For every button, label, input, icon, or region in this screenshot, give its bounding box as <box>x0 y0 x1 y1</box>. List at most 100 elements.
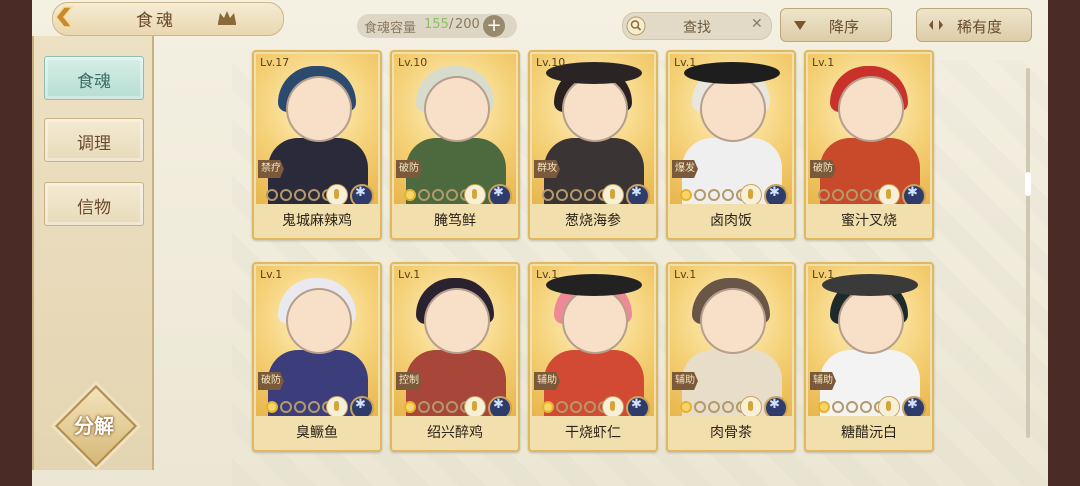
skill-icon <box>464 396 486 416</box>
star-icon <box>860 189 872 201</box>
food-soul-card[interactable]: Lv.1 破防臭鳜鱼 <box>252 262 382 452</box>
food-soul-card[interactable]: Lv.1 爆发卤肉饭 <box>666 50 796 240</box>
food-soul-card[interactable]: Lv.17 禁疗鬼城麻辣鸡 <box>252 50 382 240</box>
role-tag: 破防 <box>810 160 836 178</box>
star-icon <box>708 189 720 201</box>
skill-icon <box>740 396 762 416</box>
back-arrow-icon <box>55 6 74 28</box>
sidebar-item-label: 调理 <box>77 134 111 154</box>
star-icon <box>418 189 430 201</box>
food-soul-card[interactable]: Lv.1 破防蜜汁叉烧 <box>804 50 934 240</box>
star-icon <box>308 189 320 201</box>
capacity-max: 200 <box>455 17 480 32</box>
star-icon <box>266 401 278 413</box>
sort-rarity-label: 稀有度 <box>957 18 1003 36</box>
character-portrait: Lv.1 爆发 <box>670 54 792 204</box>
star-icon <box>556 189 568 201</box>
card-name: 鬼城麻辣鸡 <box>282 213 352 229</box>
header-bar: 食魂 食魂容量 155 / 200 + 查找 ✕ 降序 稀有度 <box>32 0 1048 42</box>
sort-descending-button[interactable]: 降序 <box>780 8 892 42</box>
role-tag: 辅助 <box>672 372 698 390</box>
food-soul-card[interactable]: Lv.1 辅助肉骨茶 <box>666 262 796 452</box>
character-portrait: Lv.10 破防 <box>394 54 516 204</box>
character-face <box>424 76 490 142</box>
card-name: 干烧虾仁 <box>565 425 621 441</box>
food-soul-card[interactable]: Lv.10 群攻葱烧海参 <box>528 50 658 240</box>
food-soul-card[interactable]: Lv.1 控制绍兴醉鸡 <box>390 262 520 452</box>
role-tag: 禁疗 <box>258 160 284 178</box>
food-soul-card[interactable]: Lv.1 辅助干烧虾仁 <box>528 262 658 452</box>
sidebar-item-food-souls[interactable]: 食魂 <box>44 56 144 100</box>
character-face <box>562 76 628 142</box>
star-icon <box>446 189 458 201</box>
element-icon <box>626 184 650 204</box>
decompose-label: 分解 <box>74 414 114 438</box>
sort-rarity-button[interactable]: 稀有度 <box>916 8 1032 42</box>
character-portrait: Lv.1 控制 <box>394 266 516 416</box>
skill-icon <box>602 184 624 204</box>
sort-toggle-icon <box>929 20 943 30</box>
character-face <box>424 288 490 354</box>
card-level: Lv.1 <box>674 56 697 69</box>
search-placeholder: 查找 <box>683 20 711 36</box>
card-name: 糖醋沅白 <box>841 425 897 441</box>
skill-icon <box>326 396 348 416</box>
character-portrait: Lv.1 辅助 <box>532 266 654 416</box>
element-icon <box>902 184 926 204</box>
page-title: 食魂 <box>136 11 176 31</box>
sidebar-item-cultivate[interactable]: 调理 <box>44 118 144 162</box>
star-icon <box>308 401 320 413</box>
card-level: Lv.1 <box>674 268 697 281</box>
card-name: 绍兴醉鸡 <box>427 425 483 441</box>
card-name: 臭鳜鱼 <box>296 425 338 441</box>
right-frame <box>1048 0 1080 486</box>
role-tag: 控制 <box>396 372 422 390</box>
sort-descending-label: 降序 <box>829 18 860 36</box>
skill-icon <box>878 396 900 416</box>
star-icon <box>294 401 306 413</box>
scrollbar[interactable] <box>1025 68 1031 438</box>
card-level: Lv.1 <box>812 268 835 281</box>
left-frame <box>0 0 32 486</box>
food-soul-card[interactable]: Lv.10 破防腌笃鲜 <box>390 50 520 240</box>
star-icon <box>570 189 582 201</box>
star-icon <box>556 401 568 413</box>
card-name: 葱烧海参 <box>565 213 621 229</box>
element-icon <box>350 184 374 204</box>
clear-search-icon[interactable]: ✕ <box>751 16 763 32</box>
card-level: Lv.1 <box>536 268 559 281</box>
character-portrait: Lv.1 破防 <box>256 266 378 416</box>
star-icon <box>846 189 858 201</box>
search-input[interactable]: 查找 ✕ <box>622 12 772 40</box>
card-name: 卤肉饭 <box>710 213 752 229</box>
character-hat <box>684 62 780 84</box>
skill-icon <box>878 184 900 204</box>
character-face <box>700 288 766 354</box>
card-level: Lv.17 <box>260 56 290 69</box>
sidebar-item-tokens[interactable]: 信物 <box>44 182 144 226</box>
character-face <box>562 288 628 354</box>
capacity-indicator: 食魂容量 155 / 200 + <box>357 14 517 38</box>
role-tag: 辅助 <box>534 372 560 390</box>
skill-icon <box>740 184 762 204</box>
star-icon <box>722 401 734 413</box>
food-soul-card[interactable]: Lv.1 辅助糖醋沅白 <box>804 262 934 452</box>
star-icon <box>722 189 734 201</box>
star-icon <box>680 401 692 413</box>
star-icon <box>694 189 706 201</box>
scroll-thumb[interactable] <box>1025 172 1031 196</box>
card-level: Lv.1 <box>398 268 421 281</box>
back-button[interactable] <box>54 5 82 29</box>
character-hat <box>546 274 642 296</box>
star-icon <box>446 401 458 413</box>
decompose-button[interactable]: 分解 <box>54 384 138 468</box>
character-face <box>838 76 904 142</box>
star-icon <box>280 401 292 413</box>
role-tag: 爆发 <box>672 160 698 178</box>
star-icon <box>294 189 306 201</box>
capacity-add-button[interactable]: + <box>483 15 505 37</box>
character-face <box>286 288 352 354</box>
crown-icon[interactable] <box>216 8 238 26</box>
star-icon <box>818 189 830 201</box>
star-icon <box>818 401 830 413</box>
